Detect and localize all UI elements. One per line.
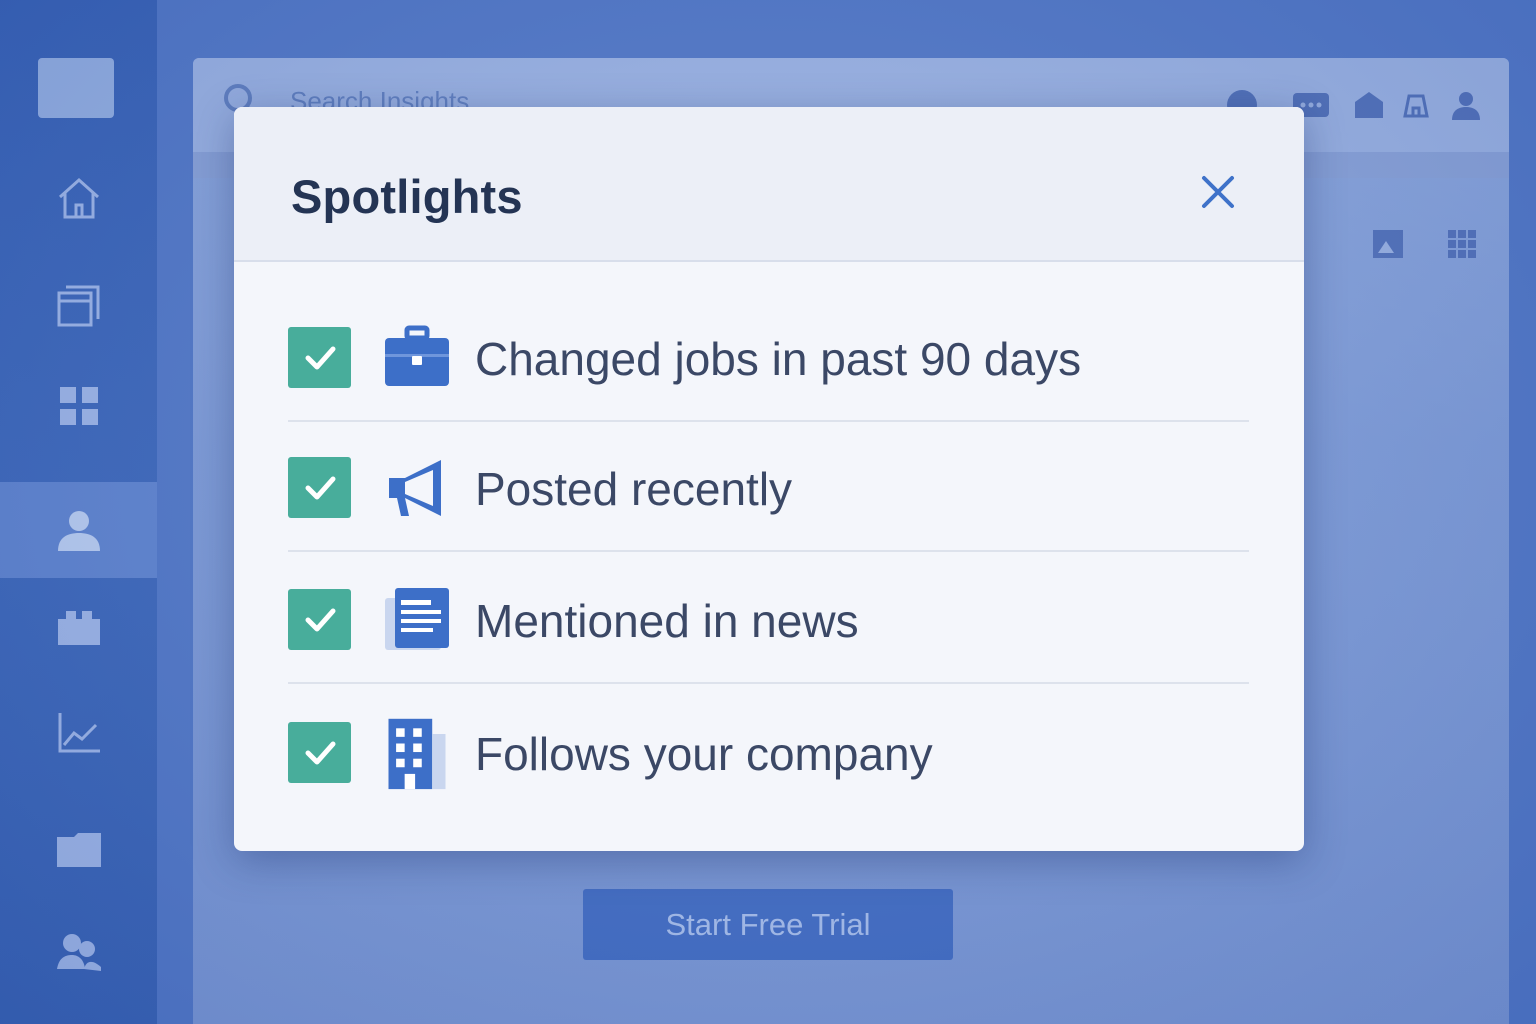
pages-icon xyxy=(57,285,99,327)
sidebar-item-home[interactable] xyxy=(0,150,157,246)
modal-header: Spotlights xyxy=(234,107,1304,262)
start-free-trial-button[interactable]: Start Free Trial xyxy=(583,889,953,960)
briefcase-icon xyxy=(57,611,100,645)
megaphone-icon xyxy=(389,460,441,516)
gift-icon[interactable] xyxy=(1352,88,1386,122)
user-icon[interactable] xyxy=(1449,88,1483,122)
spotlights-modal: Spotlights Changed jobs in past 90 days xyxy=(234,107,1304,851)
option-label: Changed jobs in past 90 days xyxy=(475,333,1082,385)
sidebar-item-people[interactable] xyxy=(0,482,157,578)
option-changed-jobs[interactable]: Changed jobs in past 90 days xyxy=(288,292,1249,422)
sidebar-item-folders[interactable] xyxy=(0,800,157,896)
sidebar xyxy=(0,0,157,1024)
checkbox-posted-recently[interactable] xyxy=(288,457,351,518)
briefcase-icon xyxy=(385,325,449,386)
sidebar-item-teams[interactable] xyxy=(0,904,157,1000)
option-posted-recently[interactable]: Posted recently xyxy=(288,422,1249,552)
folder-icon xyxy=(56,833,101,867)
sidebar-item-accounts[interactable] xyxy=(0,580,157,676)
option-label: Posted recently xyxy=(475,463,793,515)
close-icon xyxy=(1202,176,1234,208)
image-view-icon[interactable] xyxy=(1372,229,1404,259)
app-logo[interactable] xyxy=(38,58,114,118)
option-label: Mentioned in news xyxy=(475,595,859,647)
sidebar-item-pages[interactable] xyxy=(0,258,157,354)
chart-icon xyxy=(58,713,100,753)
option-label: Follows your company xyxy=(475,728,933,780)
checkmark-icon xyxy=(305,346,335,369)
checkmark-icon xyxy=(305,476,335,499)
checkbox-follows-company[interactable] xyxy=(288,722,351,783)
building-icon xyxy=(388,718,446,790)
checkbox-mentioned-in-news[interactable] xyxy=(288,589,351,650)
bell-icon[interactable] xyxy=(1399,88,1433,122)
checkmark-icon xyxy=(305,741,335,764)
grid-apps-icon xyxy=(59,387,98,425)
sidebar-item-apps[interactable] xyxy=(0,358,157,454)
close-button[interactable] xyxy=(1196,170,1240,214)
checkmark-icon xyxy=(305,608,335,631)
modal-title: Spotlights xyxy=(291,170,523,223)
newspaper-icon xyxy=(385,588,449,650)
sidebar-item-analytics[interactable] xyxy=(0,684,157,780)
grid-view-icon[interactable] xyxy=(1447,229,1477,259)
team-icon xyxy=(56,934,101,971)
option-follows-company[interactable]: Follows your company xyxy=(288,687,1249,817)
person-icon xyxy=(57,511,100,551)
checkbox-changed-jobs[interactable] xyxy=(288,327,351,388)
option-mentioned-in-news[interactable]: Mentioned in news xyxy=(288,554,1249,684)
home-icon xyxy=(58,177,99,219)
